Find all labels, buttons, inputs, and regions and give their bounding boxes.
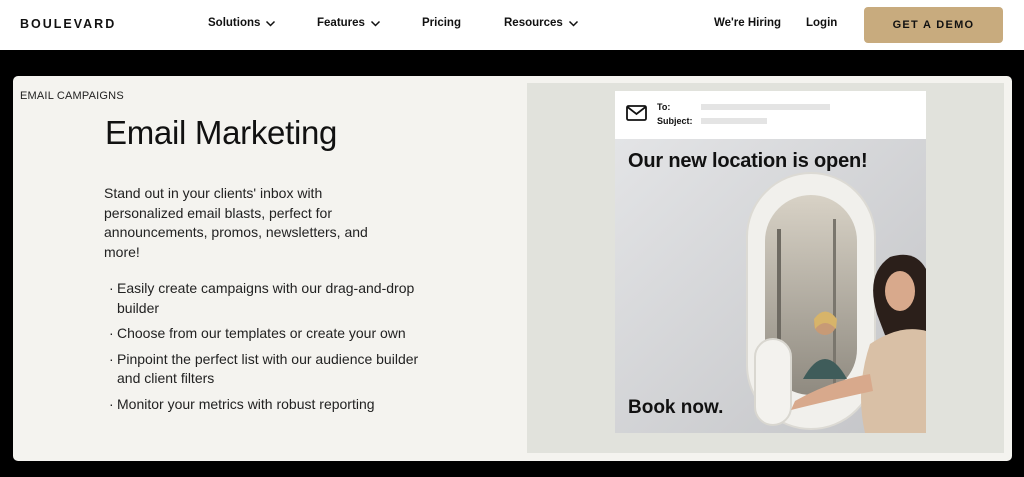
logo[interactable]: BOULEVARD	[20, 17, 116, 31]
feature-card: EMAIL CAMPAIGNS Email Marketing Stand ou…	[13, 76, 1012, 461]
email-header: To: Subject:	[615, 91, 926, 139]
list-item: · Monitor your metrics with robust report…	[109, 395, 419, 415]
promo-photo	[615, 139, 926, 433]
list-item: · Pinpoint the perfect list with our audi…	[109, 350, 419, 389]
nav-solutions[interactable]: Solutions	[208, 17, 276, 29]
nav-resources[interactable]: Resources	[504, 17, 579, 29]
bullet-dot: ·	[109, 350, 114, 367]
email-preview: To: Subject: Our new location is open! B…	[615, 91, 926, 433]
section-description: Stand out in your clients' inbox with pe…	[104, 185, 368, 260]
nav-features[interactable]: Features	[317, 17, 381, 29]
section-title: Email Marketing	[105, 114, 338, 151]
nav-login-link[interactable]: Login	[806, 17, 837, 29]
nav-hiring-link[interactable]: We're Hiring	[714, 17, 781, 29]
subject-placeholder-line	[701, 118, 767, 124]
nav-resources-label: Resources	[504, 17, 563, 29]
get-demo-button[interactable]: GET A DEMO	[864, 7, 1003, 43]
nav-pricing-label: Pricing	[422, 17, 461, 29]
chevron-down-icon	[568, 18, 579, 29]
feature-text: Pinpoint the perfect list with our audie…	[117, 350, 419, 387]
email-headline: Our new location is open!	[628, 150, 868, 172]
to-label: To:	[657, 102, 671, 112]
nav-pricing[interactable]: Pricing	[422, 17, 461, 29]
bullet-dot: ·	[109, 395, 114, 412]
feature-text: Choose from our templates or create your…	[117, 325, 406, 341]
nav-solutions-label: Solutions	[208, 17, 261, 29]
to-placeholder-line	[701, 104, 830, 110]
top-nav: BOULEVARD Solutions Features Pricing Res…	[0, 0, 1024, 50]
feature-text: Easily create campaigns with our drag-an…	[117, 280, 415, 316]
chevron-down-icon	[370, 18, 381, 29]
envelope-icon	[626, 105, 647, 126]
section-eyebrow: EMAIL CAMPAIGNS	[20, 90, 124, 102]
list-item: · Choose from our templates or create you…	[109, 324, 419, 344]
preview-panel: To: Subject: Our new location is open! B…	[527, 83, 1004, 453]
subject-label: Subject:	[657, 116, 693, 126]
bullet-dot: ·	[109, 280, 114, 296]
email-cta: Book now.	[628, 397, 724, 418]
nav-features-label: Features	[317, 17, 365, 29]
feature-text: Monitor your metrics with robust reporti…	[117, 395, 375, 412]
list-item: · Easily create campaigns with our drag-a…	[109, 279, 419, 318]
chevron-down-icon	[265, 18, 276, 29]
bullet-dot: ·	[109, 325, 114, 341]
feature-list: · Easily create campaigns with our drag-a…	[109, 279, 419, 420]
